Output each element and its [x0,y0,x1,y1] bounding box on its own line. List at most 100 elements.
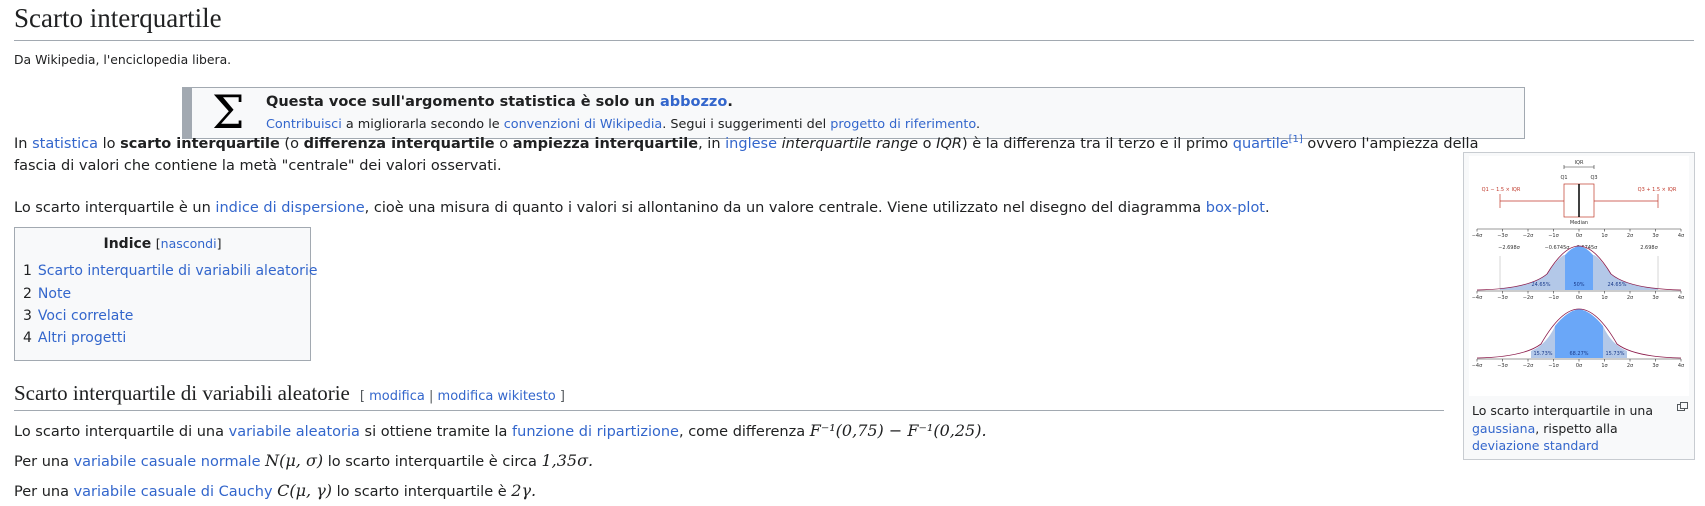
axis-tick-label: 1σ [1601,363,1608,369]
toc-item-label[interactable]: Voci correlate [38,308,134,324]
term-bold: scarto interquartile [120,136,280,152]
value-label: −0.6745σ [1545,245,1571,251]
intro-paragraph-2: Lo scarto interquartile è un indice di d… [14,197,1270,219]
formula: 1,35σ. [541,451,594,470]
text: o [918,136,937,152]
section-heading: Scarto interquartile di variabili aleato… [14,380,565,410]
text: (o [279,136,304,152]
q3-whisker-label: Q3 + 1.5 × IQR [1638,187,1677,193]
text: Per una [14,484,74,500]
axis-tick-label: 1σ [1601,233,1608,239]
toc-item[interactable]: 1 Scarto interquartile di variabili aleat… [23,263,317,279]
intro-paragraph-1-line-2: fascia di valori che contiene la metà "c… [14,158,502,174]
text: Lo scarto interquartile di una [14,424,229,440]
intro-paragraph-1: In statistica lo scarto interquartile (o… [14,133,1478,155]
axis-tick-label: −2σ [1523,233,1534,239]
stub-notice-title: Questa voce sull'argomento statistica è … [266,94,733,110]
term-italic: interquartile range [781,136,919,152]
funzione-ripartizione-link[interactable]: funzione di ripartizione [512,424,679,440]
box-plot-link[interactable]: box-plot [1206,200,1265,216]
quartile-link[interactable]: quartile [1233,136,1289,152]
title-divider [14,40,1694,41]
stub-body-text: a migliorarla secondo le [341,117,504,132]
axis-tick-label: −1σ [1548,233,1559,239]
axis-tick-label: 3σ [1652,233,1659,239]
stub-text: Questa voce sull'argomento statistica è … [266,94,660,110]
deviazione-standard-link[interactable]: deviazione standard [1472,438,1599,453]
axis-tick-label: −4σ [1472,295,1483,301]
axis-tick-label: 1σ [1601,295,1608,301]
axis-tick-label: 0σ [1576,295,1583,301]
text: lo [98,136,121,152]
toc-item-label[interactable]: Altri progetti [38,330,126,346]
text: lo scarto interquartile è circa [323,454,542,470]
text: , cioè una misura di quanto i valori si … [364,200,1206,216]
axis-tick-label: −2σ [1523,363,1534,369]
text: . [1265,200,1270,216]
contribuisci-link[interactable]: Contribuisci [266,117,342,132]
term-bold: differenza interquartile [303,136,495,152]
iqr-label: IQR [1575,160,1584,166]
toc-item[interactable]: 3 Voci correlate [23,308,133,324]
axis-tick-label: 3σ [1652,295,1659,301]
progetto-link[interactable]: progetto di riferimento [830,117,976,132]
reference-1-link[interactable]: [1] [1289,134,1303,145]
edit-source-link[interactable]: modifica wikitesto [438,389,556,404]
convenzioni-link[interactable]: convenzioni di Wikipedia [504,117,663,132]
stub-notice-body: Contribuisci a migliorarla secondo le co… [266,117,980,132]
stub-notice: Σ Questa voce sull'argomento statistica … [182,85,1525,139]
cauchy-link[interactable]: variabile casuale di Cauchy [74,484,273,500]
text: ovvero l'ampiezza della [1302,136,1479,152]
variabile-aleatoria-link[interactable]: variabile aleatoria [229,424,360,440]
caption-text: Lo scarto interquartile in una [1472,403,1654,418]
toc-title: Indice [103,236,152,252]
axis-tick-label: −3σ [1497,295,1508,301]
text: Lo scarto interquartile è un [14,200,216,216]
q1-label: Q1 [1560,175,1567,181]
toc-item-label[interactable]: Scarto interquartile di variabili aleato… [38,263,318,279]
formula: 2γ. [511,481,537,500]
toc-hide-link[interactable]: nascondi [161,236,217,251]
section-edit-links: [ modifica | modifica wikitesto ] [360,389,565,404]
gaussiana-link[interactable]: gaussiana [1472,421,1535,436]
pct-label: 24.65% [1531,282,1550,288]
toc-item[interactable]: 4 Altri progetti [23,330,126,346]
pct-label: 15.73% [1605,351,1624,357]
q3-label: Q3 [1590,175,1597,181]
value-label: −2.698σ [1498,245,1521,251]
text: In [14,136,33,152]
boxplot-diagram: IQR Q1 Q3 Q1 − 1.5 × IQR Q3 + 1.5 × IQR … [1472,160,1685,369]
section-paragraph-1: Lo scarto interquartile di una variabile… [14,420,987,443]
text: si ottiene tramite la [359,424,513,440]
toc-item-number: 4 [23,330,32,346]
q1-whisker-label: Q1 − 1.5 × IQR [1482,187,1521,193]
table-of-contents: Indice [nascondi] 1 Scarto interquartile … [14,227,317,361]
toc-item[interactable]: 2 Note [23,286,71,302]
separator: | [424,389,438,404]
section-paragraph-3: Per una variabile casuale di Cauchy C(μ,… [14,480,536,503]
statistica-link[interactable]: statistica [32,136,98,152]
axis-tick-label: −1σ [1548,363,1559,369]
pct-label: 50% [1573,282,1584,288]
text: lo scarto interquartile è [332,484,512,500]
inglese-link[interactable]: inglese [725,136,777,152]
text: ) è la differenza tra il terzo e il prim… [961,136,1233,152]
toc-item-label[interactable]: Note [38,286,71,302]
normale-link[interactable]: variabile casuale normale [74,454,261,470]
edit-link[interactable]: modifica [369,389,425,404]
abbozzo-link[interactable]: abbozzo [660,94,727,110]
axis-tick-label: 2σ [1627,363,1634,369]
axis-tick-label: 4σ [1678,295,1685,301]
stub-body-text-2: . Segui i suggerimenti del [662,117,831,132]
toc-toggle: [nascondi] [156,236,222,251]
indice-dispersione-link[interactable]: indice di dispersione [215,200,364,216]
axis-tick-label: −4σ [1472,363,1483,369]
axis-tick-label: −3σ [1497,363,1508,369]
boxplot-gaussian-image[interactable]: IQR Q1 Q3 Q1 − 1.5 × IQR Q3 + 1.5 × IQR … [1469,156,1689,396]
formula: F⁻¹(0,75) − F⁻¹(0,25). [809,421,987,440]
toc-item-number: 2 [23,286,32,302]
axis-tick-label: 4σ [1678,363,1685,369]
axis-tick-label: 2σ [1627,295,1634,301]
axis-tick-label: −3σ [1497,233,1508,239]
bracket: [ [359,389,370,404]
